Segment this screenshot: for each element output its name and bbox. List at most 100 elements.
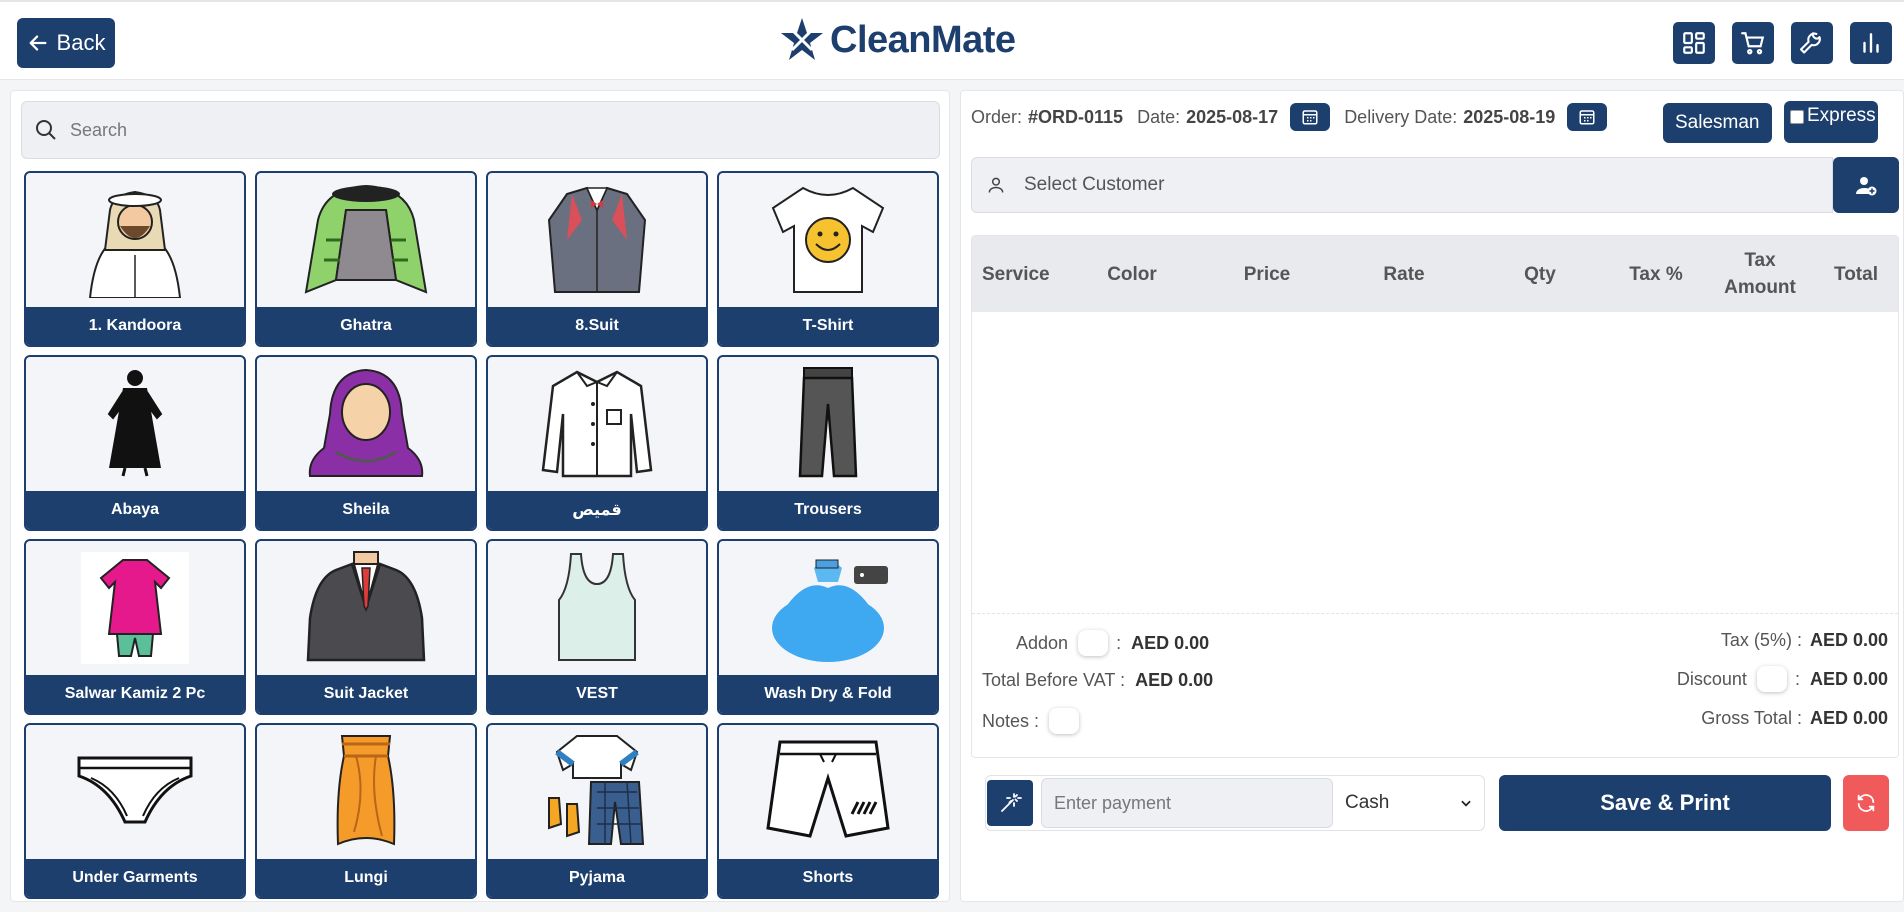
express-label: Express: [1807, 105, 1876, 126]
chevron-down-icon: [1461, 800, 1471, 807]
addon-row: Addon : AED 0.00: [1016, 630, 1209, 656]
pyjama-icon: [548, 735, 645, 845]
cart-button[interactable]: [1732, 22, 1774, 64]
shorts-icon: [766, 740, 890, 838]
brand-name: CleanMate: [830, 18, 1016, 61]
back-button[interactable]: Back: [17, 18, 115, 68]
laundry-bag-icon: [772, 559, 888, 662]
totals-section: Addon : AED 0.00 Total Before VAT : AED …: [972, 613, 1898, 757]
express-toggle[interactable]: Express: [1784, 101, 1878, 143]
lungi-icon: [336, 735, 396, 846]
tax-value: AED 0.00: [1809, 630, 1888, 650]
addon-value: AED 0.00: [1131, 632, 1210, 653]
payment-input[interactable]: [1041, 778, 1333, 828]
discount-toggle[interactable]: [1756, 666, 1787, 692]
item-label: 8.Suit: [488, 307, 706, 345]
item-label: T-Shirt: [719, 307, 937, 345]
auto-fill-payment-button[interactable]: [987, 780, 1033, 826]
items-panel: 1. Kandoora Ghatra 8.Suit T-Shirt: [10, 90, 950, 902]
item-image: [719, 357, 937, 489]
item-label: Pyjama: [488, 859, 706, 897]
customer-placeholder: Select Customer: [1024, 174, 1165, 195]
item-tile-suit-jacket[interactable]: Suit Jacket: [255, 539, 477, 715]
item-tile-kandoora[interactable]: 1. Kandoora: [24, 171, 246, 347]
magic-wand-icon: [1001, 793, 1022, 812]
order-items-table: Service Color Price Rate Qty Tax % Tax A…: [971, 235, 1899, 758]
item-tile-pyjama[interactable]: Pyjama: [486, 723, 708, 899]
item-image: [719, 725, 937, 857]
order-number: #ORD-0115: [1028, 106, 1124, 127]
dashboard-button[interactable]: [1673, 22, 1715, 64]
gross-total-value: AED 0.00: [1809, 708, 1888, 728]
kandoora-icon: [88, 190, 182, 298]
item-label: Ghatra: [257, 307, 475, 345]
addon-toggle[interactable]: [1078, 630, 1109, 656]
wrench-icon: [1799, 32, 1821, 54]
item-label: 1. Kandoora: [26, 307, 244, 345]
underwear-icon: [77, 756, 193, 824]
item-image: [26, 725, 244, 857]
reports-button[interactable]: [1850, 22, 1892, 64]
item-tile-shirt[interactable]: قميص: [486, 355, 708, 531]
item-tile-lungi[interactable]: Lungi: [255, 723, 477, 899]
colon: :: [1116, 632, 1122, 653]
payment-bar: Cash: [985, 775, 1485, 831]
item-image: [719, 541, 937, 673]
search-icon: [36, 120, 56, 140]
col-tax-percent: Tax %: [1629, 263, 1683, 285]
item-tile-salwar-kamiz[interactable]: Salwar Kamiz 2 Pc: [24, 539, 246, 715]
col-qty: Qty: [1524, 263, 1556, 285]
item-image: [488, 541, 706, 673]
save-print-button[interactable]: Save & Print: [1499, 775, 1831, 831]
express-checkbox[interactable]: [1790, 110, 1804, 124]
reset-button[interactable]: [1843, 775, 1889, 831]
item-label: Suit Jacket: [257, 675, 475, 713]
date-picker-button[interactable]: [1290, 103, 1331, 131]
item-label: VEST: [488, 675, 706, 713]
item-tile-under-garments[interactable]: Under Garments: [24, 723, 246, 899]
refresh-icon: [1857, 794, 1875, 812]
col-total: Total: [1834, 263, 1878, 285]
item-tile-tshirt[interactable]: T-Shirt: [717, 171, 939, 347]
back-label: Back: [56, 30, 106, 55]
item-image: [26, 173, 244, 305]
search-input[interactable]: [70, 119, 920, 141]
item-tile-shorts[interactable]: Shorts: [717, 723, 939, 899]
gross-total-row: Gross Total : AED 0.00: [1701, 708, 1888, 729]
col-price: Price: [1243, 263, 1291, 285]
discount-label: Discount: [1676, 668, 1747, 689]
grid-icon: [1683, 32, 1705, 54]
item-tile-suit[interactable]: 8.Suit: [486, 171, 708, 347]
item-tile-wash-dry-fold[interactable]: Wash Dry & Fold: [717, 539, 939, 715]
add-customer-button[interactable]: [1833, 157, 1899, 213]
settings-button[interactable]: [1791, 22, 1833, 64]
notes-toggle[interactable]: [1049, 708, 1080, 734]
item-label: Abaya: [26, 491, 244, 529]
item-tile-vest[interactable]: VEST: [486, 539, 708, 715]
item-label: Under Garments: [26, 859, 244, 897]
search-box: [21, 101, 940, 159]
payment-method-select[interactable]: Cash: [1333, 778, 1483, 828]
item-tile-sheila[interactable]: Sheila: [255, 355, 477, 531]
item-grid: 1. Kandoora Ghatra 8.Suit T-Shirt Abaya …: [24, 171, 946, 899]
item-tile-abaya[interactable]: Abaya: [24, 355, 246, 531]
item-image: [257, 357, 475, 489]
salwar-kamiz-icon: [81, 552, 189, 664]
gross-total-label: Gross Total :: [1701, 708, 1802, 728]
item-tile-trousers[interactable]: Trousers: [717, 355, 939, 531]
bar-chart-icon: [1863, 33, 1879, 53]
suit-jacket-icon: [306, 551, 426, 662]
item-tile-ghatra[interactable]: Ghatra: [255, 171, 477, 347]
item-label: Salwar Kamiz 2 Pc: [26, 675, 244, 713]
item-label: Wash Dry & Fold: [719, 675, 937, 713]
toolbar: [1673, 22, 1892, 64]
payment-method-value: Cash: [1345, 792, 1390, 813]
delivery-date-picker-button[interactable]: [1567, 103, 1608, 131]
date-label: Date:: [1137, 106, 1181, 127]
tshirt-icon: [771, 186, 885, 293]
item-label: قميص: [488, 491, 706, 529]
salesman-button[interactable]: Salesman: [1663, 103, 1772, 143]
table-header: Service Color Price Rate Qty Tax % Tax A…: [972, 236, 1898, 312]
customer-select[interactable]: Select Customer: [971, 157, 1833, 213]
item-image: [26, 541, 244, 673]
